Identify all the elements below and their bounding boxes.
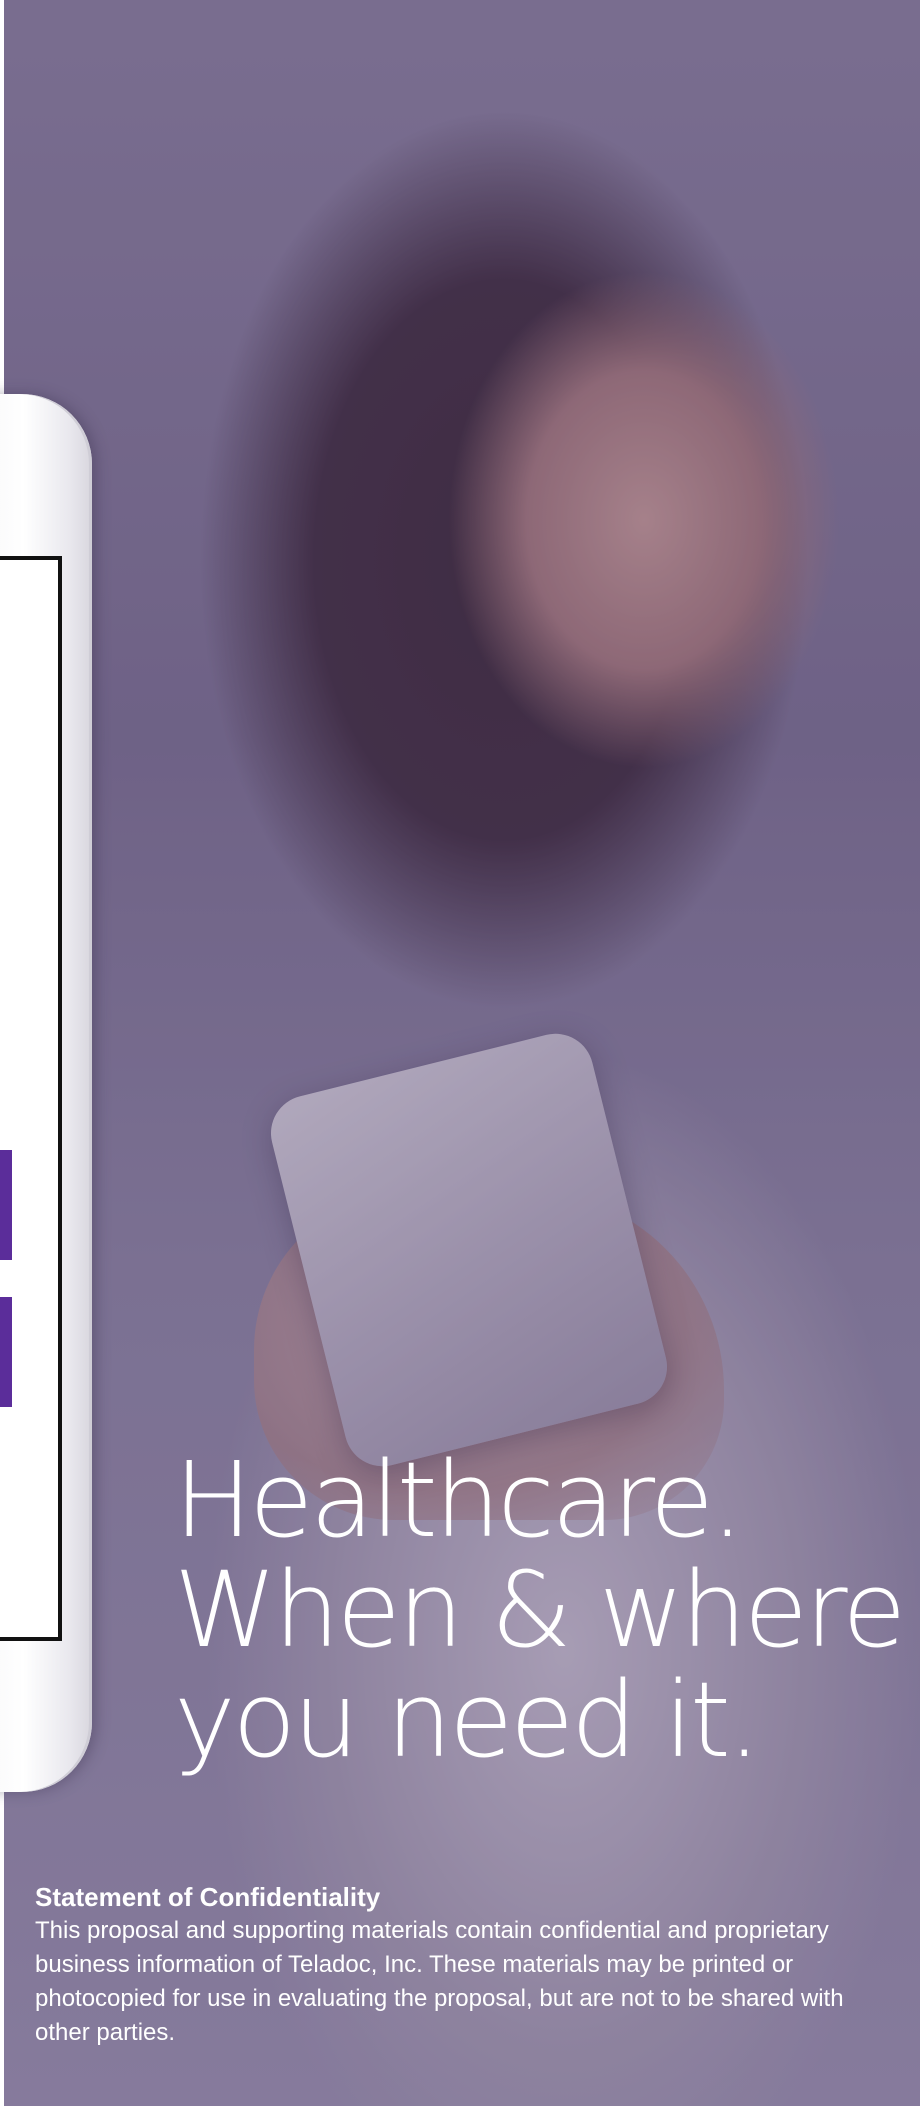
headline: Healthcare. When & where you need it. — [174, 1439, 906, 1781]
hero-photo-woman-with-phone — [4, 0, 920, 2106]
purple-tint-overlay — [4, 0, 920, 2106]
confidentiality-heading: Statement of Confidentiality — [35, 1882, 381, 1912]
headline-line-3: you need it. — [174, 1659, 761, 1781]
screen-purple-button — [0, 1150, 12, 1260]
confidentiality-body: This proposal and supporting materials c… — [35, 1917, 844, 2046]
headline-line-2: When & where — [174, 1549, 906, 1671]
confidentiality-statement: Statement of Confidentiality This propos… — [35, 1880, 885, 2050]
phone-mockup-screen — [0, 556, 62, 1641]
headline-line-1: Healthcare. — [174, 1439, 744, 1561]
cover-page: Healthcare. When & where you need it. St… — [0, 0, 923, 2112]
screen-purple-button — [0, 1297, 12, 1407]
